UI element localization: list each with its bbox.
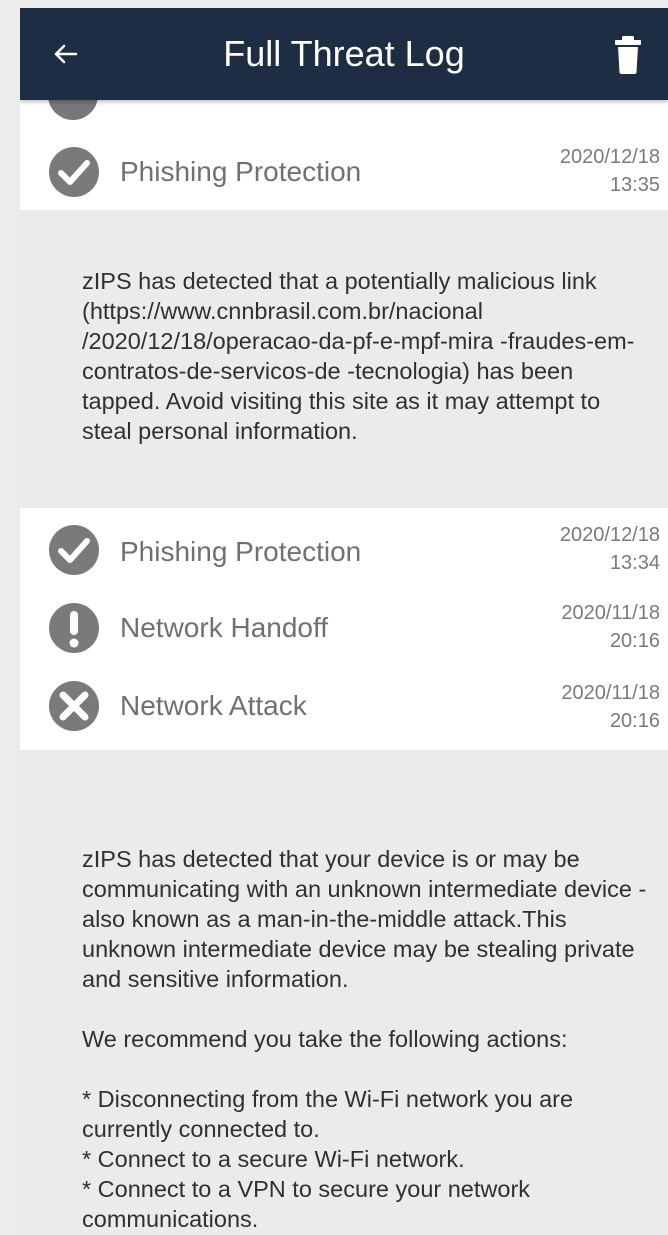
threat-time: 13:34 [609,552,660,574]
check-circle-icon [49,525,99,575]
threat-name: Phishing Protection [120,536,362,567]
list-item-partial[interactable] [20,100,668,135]
threat-log-screen: Full Threat Log Phishing Protection 2020… [20,8,668,1235]
threat-name: Phishing Protection [120,156,362,187]
threat-name: Network Handoff [120,612,329,643]
threat-row[interactable]: Network Attack 2020/11/18 20:16 [20,662,668,751]
threat-row[interactable]: Network Handoff 2020/11/18 20:16 [20,582,668,663]
threat-recommendation-item: * Connect to a VPN to secure your networ… [82,1176,531,1232]
status-icon [48,100,98,120]
check-circle-icon [49,147,99,197]
threat-time: 20:16 [609,710,660,732]
threat-detail-text: zIPS has detected that a potentially mal… [82,268,635,444]
threat-date: 2020/11/18 [561,602,660,624]
threat-date: 2020/12/18 [559,524,660,546]
x-circle-icon [49,681,99,731]
threat-name: Network Attack [120,690,307,721]
threat-recommendation-item: * Disconnecting from the Wi-Fi network y… [82,1086,574,1142]
threat-date: 2020/12/18 [559,146,660,168]
exclamation-circle-icon [49,603,99,653]
threat-time: 20:16 [609,630,660,652]
delete-button[interactable] [608,32,648,76]
page-title: Full Threat Log [223,33,465,74]
threat-recommendation-heading: We recommend you take the following acti… [82,1026,568,1052]
app-bar: Full Threat Log [20,8,668,100]
threat-row[interactable]: Phishing Protection 2020/12/18 13:34 [20,508,668,583]
threat-detail-panel: zIPS has detected that your device is or… [20,750,668,1235]
trash-icon [615,36,641,74]
threat-detail-panel: zIPS has detected that a potentially mal… [20,210,668,508]
threat-recommendation-item: * Connect to a secure Wi-Fi network. [82,1146,465,1172]
threat-row[interactable]: Phishing Protection 2020/12/18 13:35 [20,134,668,211]
threat-date: 2020/11/18 [561,682,660,704]
threat-time: 13:35 [609,174,660,196]
threat-detail-text: zIPS has detected that your device is or… [82,846,647,992]
